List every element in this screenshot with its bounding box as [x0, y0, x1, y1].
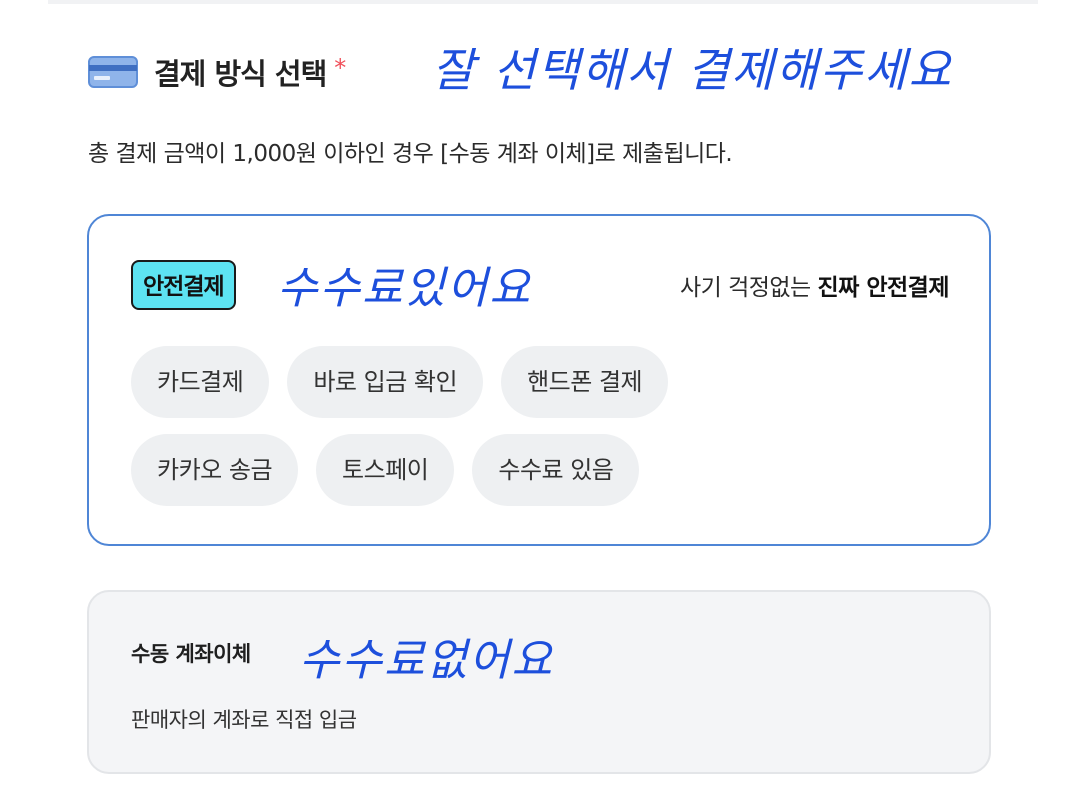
chip-row-1: 카드결제 바로 입금 확인 핸드폰 결제 [131, 346, 831, 418]
handwritten-note-no-fee: 수수료없어요 [299, 635, 554, 686]
payment-notice: 총 결제 금액이 1,000원 이하인 경우 [수동 계좌 이체]로 제출됩니다… [88, 141, 733, 167]
manual-transfer-option[interactable]: 수동 계좌이체 수수료없어요 판매자의 계좌로 직접 입금 [87, 590, 991, 774]
chip-has-fee: 수수료 있음 [472, 434, 640, 506]
handwritten-note-header: 잘 선택해서 결제해주세요 [432, 43, 953, 97]
safe-payment-badge: 안전결제 [131, 260, 236, 310]
section-title: 결제 방식 선택 [154, 57, 327, 91]
payment-feature-chips: 카드결제 바로 입금 확인 핸드폰 결제 카카오 송금 토스페이 수수료 있음 [131, 346, 831, 522]
tagline-prefix: 사기 걱정없는 [679, 275, 818, 301]
tagline-bold: 진짜 안전결제 [817, 275, 950, 301]
handwritten-note-fee: 수수료있어요 [277, 263, 532, 314]
chip-kakao-transfer: 카카오 송금 [131, 434, 299, 506]
chip-toss-pay: 토스페이 [316, 434, 455, 506]
safe-payment-option[interactable]: 안전결제 수수료있어요 사기 걱정없는 진짜 안전결제 카드결제 바로 입금 확… [87, 214, 991, 546]
payment-method-page: 결제 방식 선택 * 잘 선택해서 결제해주세요 총 결제 금액이 1,000원… [0, 0, 1080, 793]
safe-payment-tagline: 사기 걱정없는 진짜 안전결제 [679, 268, 950, 302]
manual-transfer-description: 판매자의 계좌로 직접 입금 [131, 708, 357, 732]
chip-row-2: 카카오 송금 토스페이 수수료 있음 [131, 434, 831, 506]
credit-card-icon [88, 56, 138, 88]
manual-transfer-title: 수동 계좌이체 [131, 642, 251, 666]
section-header: 결제 방식 선택 * [88, 44, 346, 100]
top-divider [48, 0, 1038, 4]
required-mark: * [334, 54, 347, 82]
chip-phone-payment: 핸드폰 결제 [501, 346, 669, 418]
chip-instant-deposit: 바로 입금 확인 [287, 346, 484, 418]
chip-card-payment: 카드결제 [131, 346, 270, 418]
